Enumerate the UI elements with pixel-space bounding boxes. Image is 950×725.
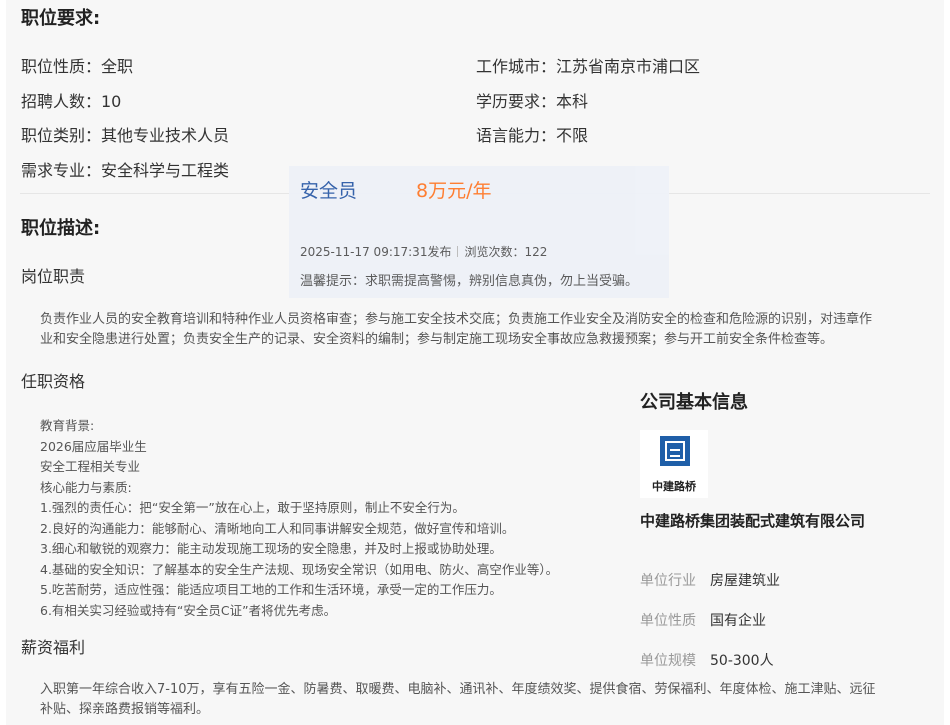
education-requirement: 学历要求：本科 bbox=[476, 92, 589, 111]
work-city: 工作城市：江苏省南京市浦口区 bbox=[476, 57, 701, 76]
required-major: 需求专业：安全科学与工程类 bbox=[21, 161, 230, 180]
job-meta: 2025-11-17 09:17:31发布 浏览次数：122 bbox=[300, 243, 547, 260]
qualification-line: 2.良好的沟通能力：能够耐心、清晰地向工人和同事讲解安全规范，做好宣传和培训。 bbox=[40, 520, 515, 536]
qualification-line: 安全工程相关专业 bbox=[40, 459, 141, 474]
nature-label: 单位性质 bbox=[640, 613, 696, 629]
qualifications-title: 任职资格 bbox=[21, 372, 86, 391]
logo-mark-icon bbox=[660, 436, 690, 466]
view-count: 浏览次数：122 bbox=[464, 245, 548, 259]
duties-title: 岗位职责 bbox=[21, 267, 86, 286]
duties-text: 负责作业人员的安全教育培训和特种作业人员资格审查；参与施工安全技术交底；负责施工… bbox=[40, 310, 920, 350]
size-label: 单位规模 bbox=[640, 653, 696, 669]
qualification-line: 2026届应届毕业生 bbox=[40, 438, 147, 454]
benefits-line: 补贴、探亲路费报销等福利。 bbox=[40, 702, 210, 717]
requirements-title: 职位要求: bbox=[21, 8, 101, 29]
posted-time: 2025-11-17 09:17:31发布 bbox=[300, 245, 452, 259]
company-info-box: 公司基本信息 中建路桥 中建路桥集团装配式建筑有限公司 单位行业 房屋建筑业 单位… bbox=[626, 378, 938, 678]
benefits-title: 薪资福利 bbox=[21, 638, 86, 657]
qualification-line: 5.吃苦耐劳，适应性强：能适应项目工地的工作和生活环境，承受一定的工作压力。 bbox=[40, 582, 502, 597]
description-title: 职位描述: bbox=[21, 218, 101, 239]
safety-tip: 温馨提示：求职需提高警惕，辨别信息真伪，勿上当受骗。 bbox=[300, 274, 639, 289]
qualification-line: 教育背景: bbox=[40, 418, 95, 433]
job-salary: 8万元/年 bbox=[416, 180, 492, 202]
duties-line: 负责作业人员的安全教育培训和特种作业人员资格审查；参与施工安全技术交底；负责施工… bbox=[40, 312, 873, 327]
hiring-count: 招聘人数：10 bbox=[21, 92, 122, 111]
company-nature-row: 单位性质 国有企业 bbox=[640, 610, 766, 630]
job-summary-card: 安全员 8万元/年 2025-11-17 09:17:31发布 浏览次数：122 … bbox=[289, 166, 669, 298]
qualification-line: 3.细心和敏锐的观察力：能主动发现施工现场的安全隐患，并及时上报或协助处理。 bbox=[40, 541, 502, 556]
duties-line: 业和安全隐患进行处置；负责安全生产的记录、安全资料的编制；参与制定施工现场安全事… bbox=[40, 332, 834, 347]
job-category: 职位类别：其他专业技术人员 bbox=[21, 126, 230, 145]
qualification-line: 4.基础的安全知识：了解基本的安全生产法规、现场安全常识（如用电、防火、高空作业… bbox=[40, 561, 559, 577]
logo-text: 中建路桥 bbox=[652, 480, 696, 493]
company-info-title: 公司基本信息 bbox=[640, 392, 748, 413]
qualification-line: 6.有相关实习经验或持有“安全员C证”者将优先考虑。 bbox=[40, 602, 337, 618]
company-industry-row: 单位行业 房屋建筑业 bbox=[640, 570, 780, 590]
qualifications-list: 教育背景: 2026届应届毕业生 安全工程相关专业 核心能力与素质: 1.强烈的… bbox=[40, 416, 620, 621]
industry-value: 房屋建筑业 bbox=[710, 573, 780, 589]
company-logo[interactable]: 中建路桥 bbox=[640, 430, 708, 498]
size-value: 50-300人 bbox=[710, 653, 774, 669]
qualification-line: 核心能力与素质: bbox=[40, 479, 132, 495]
job-title: 安全员 bbox=[300, 180, 358, 202]
benefits-line: 入职第一年综合收入7-10万，享有五险一金、防暑费、取暖费、电脑补、通讯补、年度… bbox=[40, 682, 876, 697]
benefits-text: 入职第一年综合收入7-10万，享有五险一金、防暑费、取暖费、电脑补、通讯补、年度… bbox=[40, 680, 920, 720]
industry-label: 单位行业 bbox=[640, 573, 696, 589]
job-nature: 职位性质：全职 bbox=[21, 57, 134, 76]
company-size-row: 单位规模 50-300人 bbox=[640, 650, 774, 670]
qualification-line: 1.强烈的责任心：把“安全第一”放在心上，敢于坚持原则，制止不安全行为。 bbox=[40, 500, 465, 515]
meta-separator bbox=[457, 246, 459, 257]
company-name[interactable]: 中建路桥集团装配式建筑有限公司 bbox=[640, 510, 865, 531]
language-ability: 语言能力：不限 bbox=[476, 126, 589, 145]
nature-value: 国有企业 bbox=[710, 613, 766, 629]
